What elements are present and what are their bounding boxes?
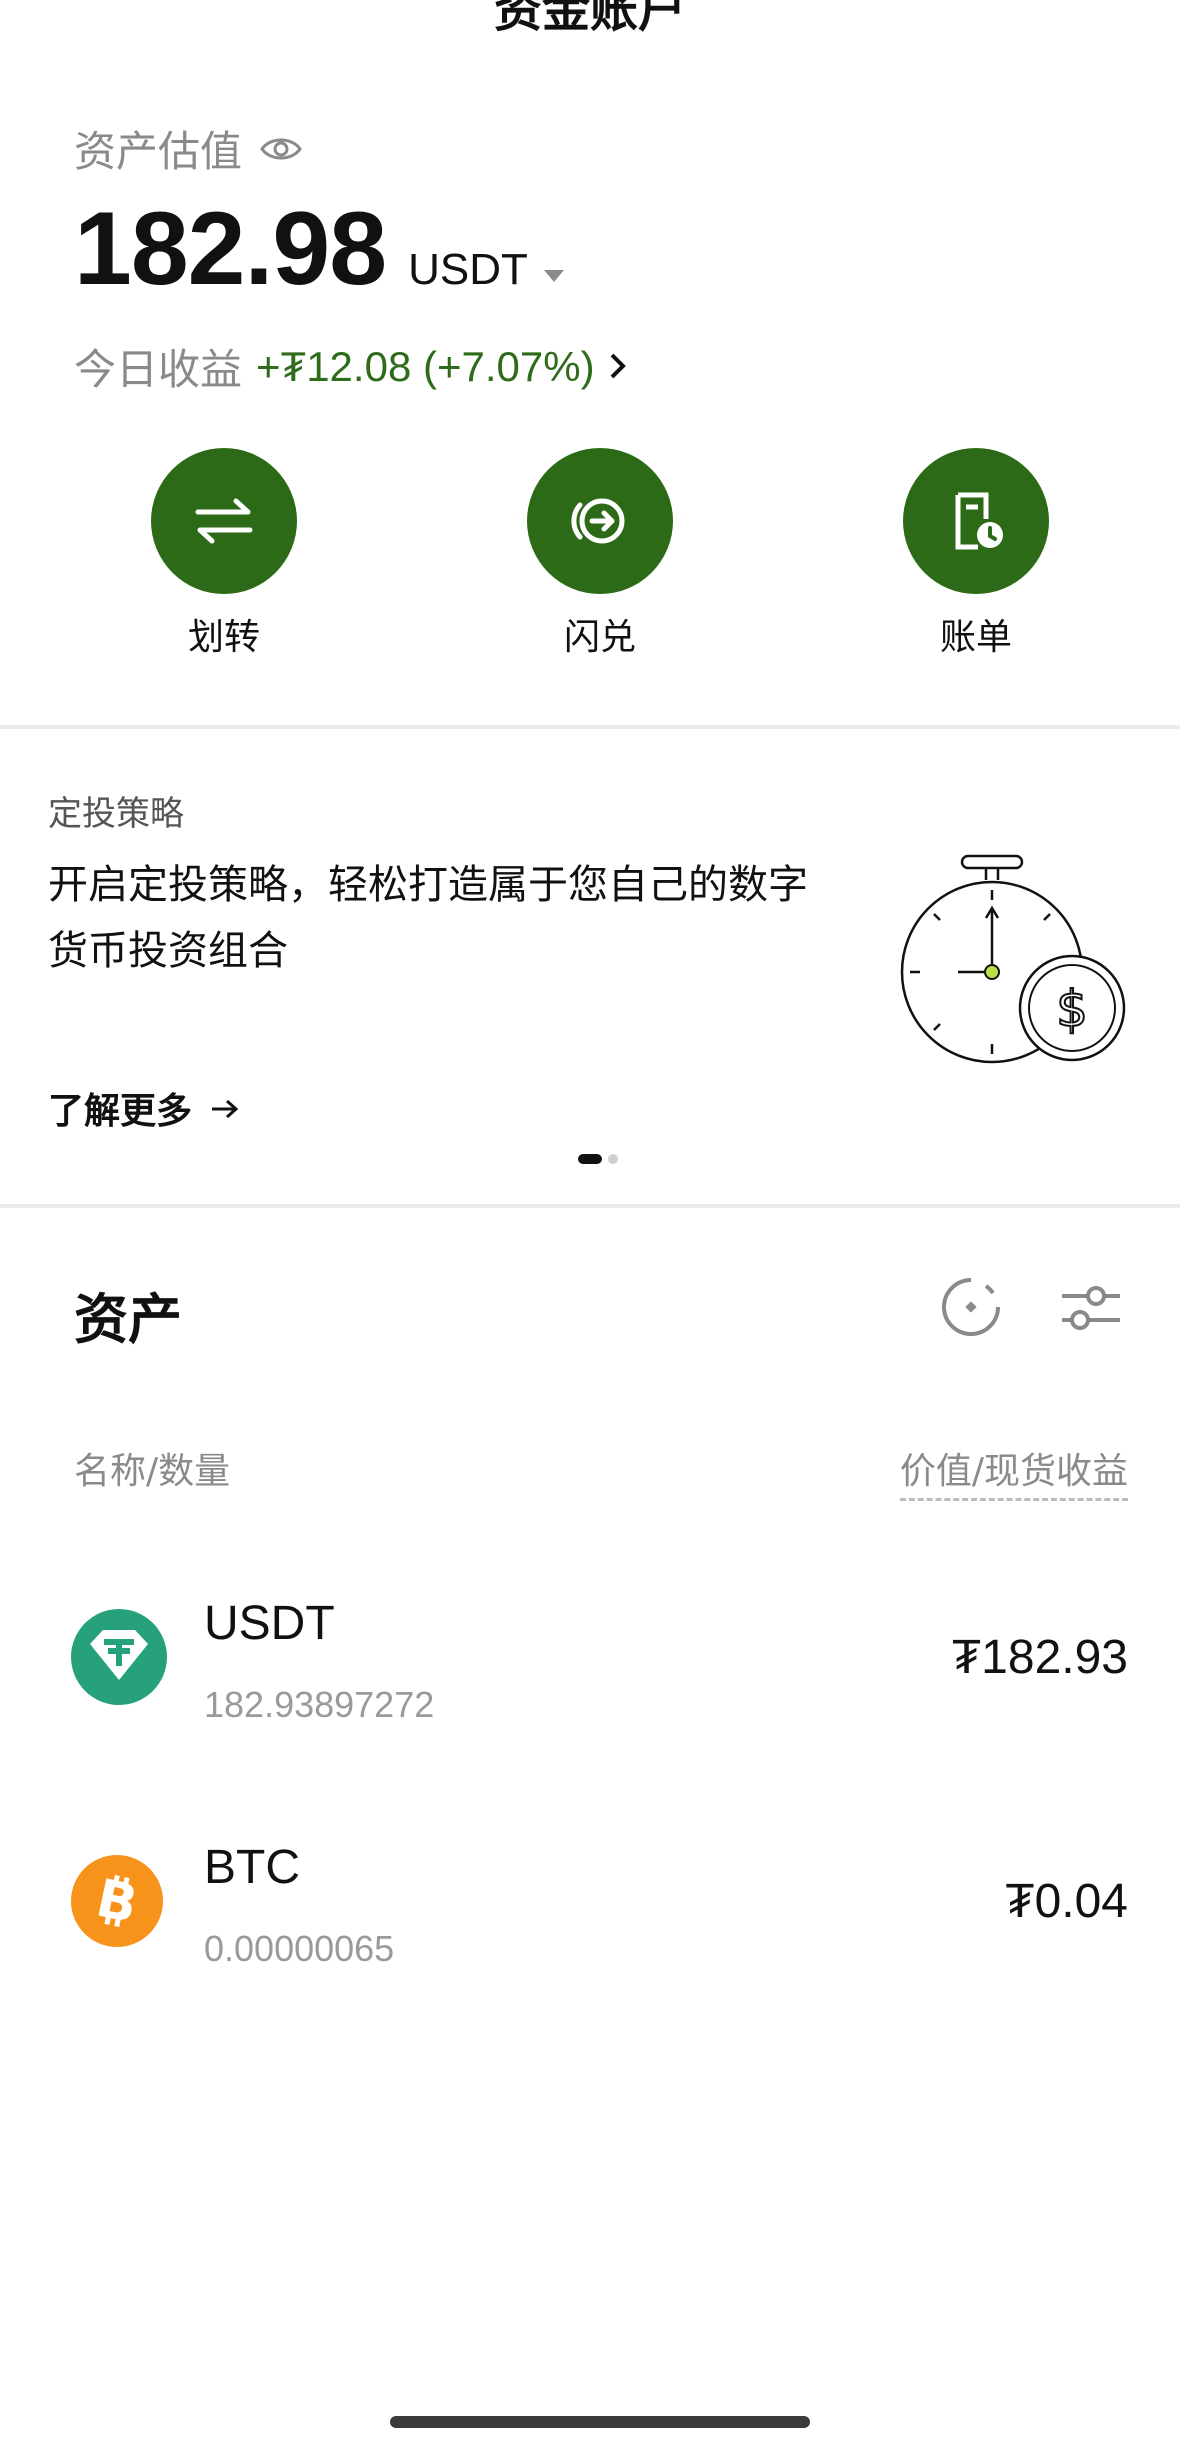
asset-quantity: 0.00000065: [204, 1928, 395, 1969]
assets-title: 资产: [74, 1288, 182, 1351]
stopwatch-coin-illustration: $: [900, 850, 1130, 1074]
today-pnl-value: +₮12.08 (+7.07%): [256, 342, 595, 390]
balance-amount: 182.98: [74, 191, 387, 307]
today-pnl-label: 今日收益: [74, 345, 243, 394]
asset-quantity: 182.93897272: [204, 1684, 435, 1725]
carousel-indicator: [578, 1154, 618, 1164]
divider: [0, 1204, 1180, 1208]
usdt-icon: [70, 1608, 168, 1710]
svg-text:$: $: [1056, 980, 1088, 1038]
bill-button[interactable]: 账单: [903, 448, 1049, 660]
banner-category: 定投策略: [48, 794, 184, 834]
column-header-value[interactable]: 价值/现货收益: [899, 1442, 1128, 1501]
carousel-dot-active: [578, 1154, 602, 1164]
btc-icon: B: [70, 1854, 164, 1952]
convert-label: 闪兑: [563, 617, 636, 658]
convert-icon: [527, 448, 673, 594]
banner-text: 开启定投策略，轻松打造属于您自己的数字货币投资组合: [48, 862, 808, 974]
bill-icon: [903, 448, 1049, 594]
learn-more-link[interactable]: 了解更多: [48, 1082, 240, 1134]
bill-label: 账单: [939, 617, 1012, 658]
arrow-right-icon: [210, 1088, 240, 1129]
caret-down-icon[interactable]: [543, 269, 564, 288]
carousel-dot: [608, 1154, 618, 1164]
chevron-right-icon: [609, 342, 627, 391]
asset-valuation-label: 资产估值: [74, 127, 243, 176]
filter-settings-icon[interactable]: [1060, 1280, 1122, 1340]
asset-symbol: BTC: [204, 1841, 300, 1894]
small-balance-icon[interactable]: [940, 1276, 1002, 1342]
divider: [0, 725, 1180, 729]
asset-symbol: USDT: [204, 1597, 335, 1650]
transfer-icon: [151, 448, 297, 594]
currency-selector[interactable]: USDT: [408, 245, 528, 295]
asset-row-usdt[interactable]: USDT 182.93897272 ₮182.93: [0, 1560, 1180, 1770]
home-indicator[interactable]: [390, 2416, 810, 2428]
today-pnl-row[interactable]: 今日收益 +₮12.08 (+7.07%): [74, 336, 627, 397]
asset-row-btc[interactable]: B BTC 0.00000065 ₮0.04: [0, 1808, 1180, 2018]
asset-value: ₮0.04: [1005, 1875, 1128, 1928]
learn-more-label: 了解更多: [48, 1091, 193, 1132]
column-header-name: 名称/数量: [74, 1451, 231, 1492]
eye-icon[interactable]: [260, 134, 302, 164]
transfer-button[interactable]: 划转: [151, 448, 297, 660]
transfer-label: 划转: [187, 617, 260, 658]
balance-row: 182.98 USDT: [74, 190, 564, 309]
asset-valuation-row: 资产估值: [74, 118, 302, 179]
convert-button[interactable]: 闪兑: [527, 448, 673, 660]
asset-value: ₮182.93: [951, 1631, 1128, 1684]
page-title: 资金账户: [493, 0, 686, 38]
